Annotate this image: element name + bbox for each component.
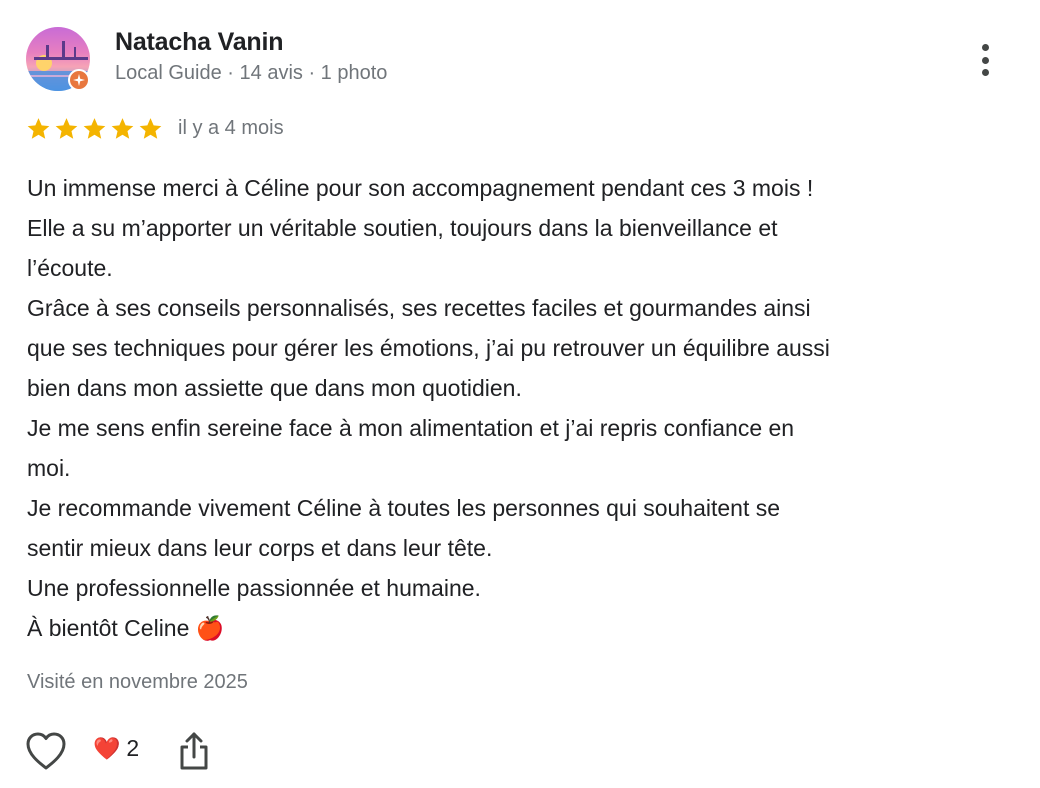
review-text: Un immense merci à Céline pour son accom…: [27, 168, 1017, 648]
star-rating: [25, 116, 164, 142]
review-line: bien dans mon assiette que dans mon quot…: [27, 375, 522, 401]
review-line: Grâce à ses conseils personnalisés, ses …: [27, 295, 811, 321]
star-icon: [139, 118, 162, 139]
reaction-summary[interactable]: ❤️ 2: [93, 735, 139, 762]
star-icon: [27, 118, 50, 139]
review-line: moi.: [27, 455, 71, 481]
review-line: Un immense merci à Céline pour son accom…: [27, 175, 814, 201]
local-guide-star-icon: [68, 69, 90, 91]
review-line: sentir mieux dans leur corps et dans leu…: [27, 535, 493, 561]
reviewer-name[interactable]: Natacha Vanin: [115, 28, 284, 57]
star-icon: [83, 118, 106, 139]
review-line: que ses techniques pour gérer les émotio…: [27, 335, 830, 361]
reaction-count: 2: [126, 735, 140, 761]
heart-outline-icon[interactable]: [24, 731, 68, 776]
visit-date: Visité en novembre 2025: [27, 671, 248, 693]
more-dot: [981, 56, 989, 64]
more-dot: [981, 44, 989, 51]
review-line: l’écoute.: [27, 255, 113, 281]
more-dot: [981, 69, 989, 76]
more-vertical-icon[interactable]: [972, 40, 998, 80]
star-icon: [55, 118, 78, 139]
review-line: Je me sens enfin sereine face à mon alim…: [27, 415, 795, 441]
review-line: À bientôt Celine 🍎: [27, 615, 225, 641]
reviewer-avatar[interactable]: [26, 27, 90, 91]
heart-icon: ❤️: [93, 735, 121, 761]
share-icon[interactable]: [178, 731, 210, 776]
review-date: il y a 4 mois: [178, 117, 284, 139]
review-line: Je recommande vivement Céline à toutes l…: [27, 495, 781, 521]
reviewer-meta[interactable]: Local Guide · 14 avis · 1 photo: [115, 62, 387, 85]
review-line: Elle a su m’apporter un véritable soutie…: [27, 215, 778, 241]
review-line: Une professionnelle passionnée et humain…: [27, 575, 481, 601]
star-icon: [111, 118, 134, 139]
